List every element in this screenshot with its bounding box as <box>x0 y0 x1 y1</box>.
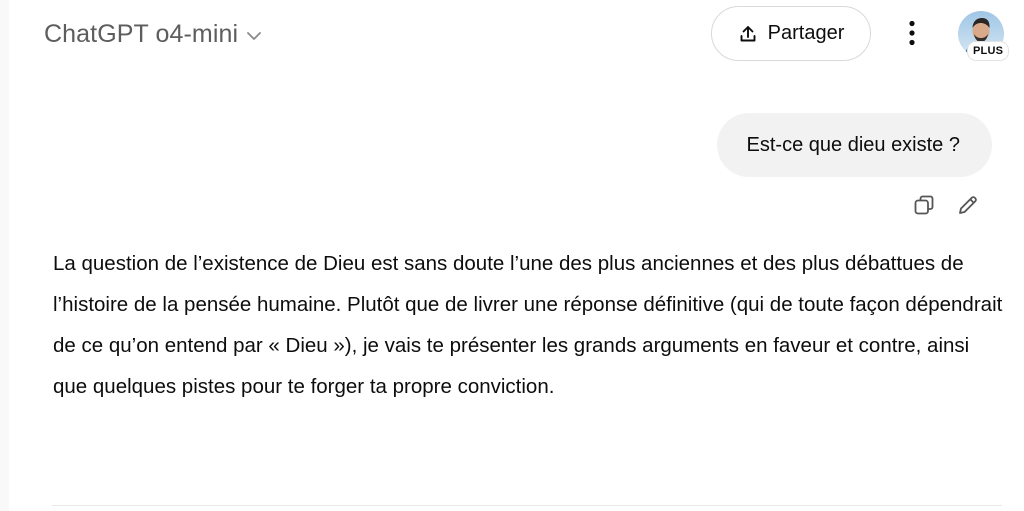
assistant-message-text: La question de l’existence de Dieu est s… <box>53 252 1003 398</box>
share-label: Partager <box>767 22 845 44</box>
vertical-dots-icon <box>908 20 916 46</box>
chat-page: ChatGPT o4-mini Partager PLUS Est-ce que… <box>0 0 1024 511</box>
more-options-button[interactable] <box>894 13 930 53</box>
divider <box>52 505 1002 506</box>
copy-icon <box>912 193 936 217</box>
plan-badge: PLUS <box>967 41 1010 61</box>
chevron-down-icon <box>246 31 262 41</box>
copy-button[interactable] <box>910 191 938 219</box>
user-message-text: Est-ce que dieu existe ? <box>746 133 960 156</box>
model-name: ChatGPT o4-mini <box>44 19 239 48</box>
user-message-bubble: Est-ce que dieu existe ? <box>716 113 992 177</box>
share-button[interactable]: Partager <box>711 6 871 61</box>
upload-icon <box>738 24 758 44</box>
message-actions <box>910 191 982 219</box>
sidebar-edge <box>0 0 9 511</box>
model-selector[interactable]: ChatGPT o4-mini <box>34 14 272 54</box>
edit-button[interactable] <box>954 191 982 219</box>
pencil-icon <box>956 193 980 217</box>
